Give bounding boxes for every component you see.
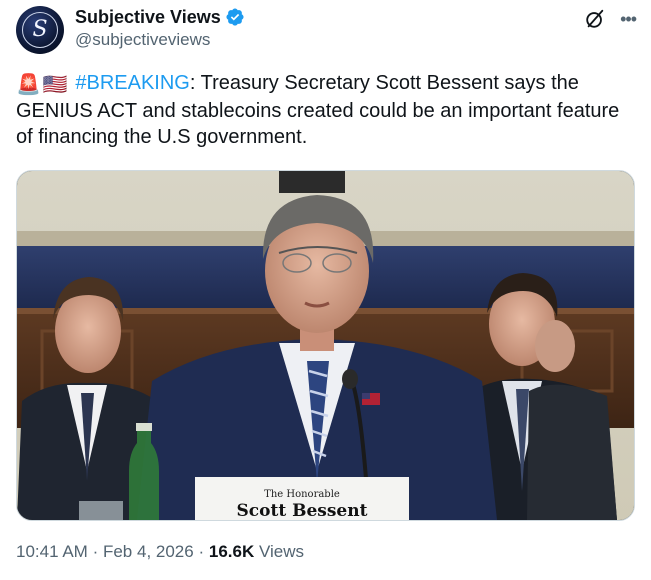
verified-badge-icon <box>226 8 244 26</box>
placard-name: Scott Bessent <box>237 501 368 520</box>
views-count[interactable]: 16.6K <box>209 542 254 561</box>
author-display-name[interactable]: Subjective Views <box>75 7 221 28</box>
views-label: Views <box>258 542 305 561</box>
separator: · <box>198 542 205 561</box>
separator: · <box>92 542 99 561</box>
more-icon[interactable]: ••• <box>620 10 637 28</box>
post-footer: 10:41 AM · Feb 4, 2026 · 16.6K Views <box>16 542 304 562</box>
avatar-letter: S <box>32 17 48 42</box>
avatar[interactable]: S <box>16 6 64 54</box>
post-text: 🚨 🇺🇸 #BREAKING: Treasury Secretary Scott … <box>16 70 626 150</box>
siren-emoji-icon: 🚨 <box>16 74 41 96</box>
hashtag-link[interactable]: #BREAKING <box>75 72 189 94</box>
post-header: S Subjective Views @subjectiveviews ••• <box>16 6 637 56</box>
grok-icon[interactable] <box>584 8 606 30</box>
name-row: Subjective Views <box>75 6 245 28</box>
hearing-photo: The Honorable Scott Bessent <box>17 171 634 520</box>
header-actions: ••• <box>584 8 637 30</box>
placard-title: The Honorable <box>264 489 340 500</box>
author-handle[interactable]: @subjectiveviews <box>75 30 210 50</box>
post-date[interactable]: Feb 4, 2026 <box>103 542 194 561</box>
us-flag-emoji-icon: 🇺🇸 <box>42 74 68 96</box>
post-media-image[interactable]: The Honorable Scott Bessent <box>16 170 635 521</box>
post-time[interactable]: 10:41 AM <box>16 542 88 561</box>
